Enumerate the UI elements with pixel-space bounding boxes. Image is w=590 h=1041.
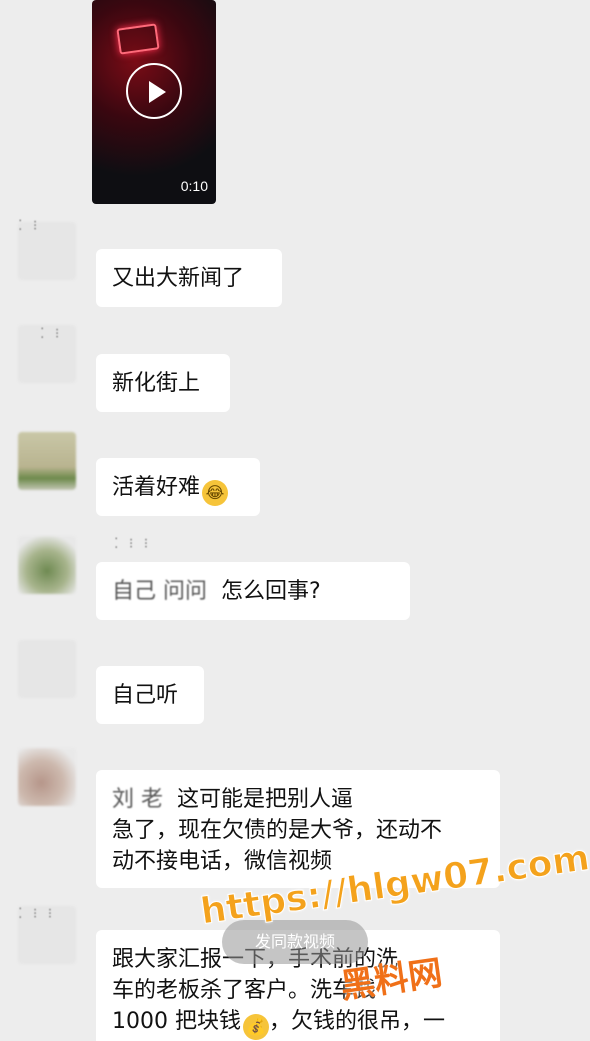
message-bubble[interactable]: 自己 问问 怎么回事? bbox=[96, 562, 410, 620]
money-bag-emoji-icon: 💰 bbox=[242, 1014, 269, 1040]
message-text: 活着好难 bbox=[112, 475, 201, 500]
sender-name: ⁚ ⁝ ⁝ bbox=[114, 536, 152, 552]
message-bubble[interactable]: 又出大新闻了 bbox=[96, 249, 282, 307]
crying-laughing-emoji-icon: 😂 bbox=[202, 480, 229, 506]
message-text: 新化街上 bbox=[112, 371, 201, 396]
sender-name: ⁚ ⁝ bbox=[40, 326, 63, 342]
sender-name: ⁚ ⁝ ⁝ bbox=[18, 906, 56, 922]
message-text-line-3b: ，欠钱的很吊，一 bbox=[268, 1009, 445, 1034]
chat-screen: 0:10 ⁚ ⁝ 又出大新闻了 ⁚ ⁝ 新化街上 活着好难 😂 ⁚ ⁝ ⁝ 自己 … bbox=[0, 0, 590, 1041]
play-icon[interactable] bbox=[126, 63, 182, 119]
message-text-line-1: 这可能是把别人逼 bbox=[177, 787, 354, 812]
avatar[interactable] bbox=[18, 536, 76, 594]
neon-sign bbox=[116, 23, 160, 55]
message-bubble[interactable]: 自己听 bbox=[96, 666, 204, 724]
message-text: 怎么回事? bbox=[221, 579, 321, 604]
video-duration: 0:10 bbox=[180, 178, 208, 194]
message-bubble[interactable]: 活着好难 😂 bbox=[96, 458, 260, 516]
message-text: 自己听 bbox=[112, 683, 179, 708]
avatar[interactable] bbox=[18, 748, 76, 806]
message-text-line-3: 1000 把块钱 bbox=[112, 1009, 241, 1034]
message-bubble[interactable]: 新化街上 bbox=[96, 354, 230, 412]
obscured-text: 自己 问问 bbox=[112, 579, 207, 604]
message-text: 又出大新闻了 bbox=[112, 266, 245, 291]
sender-name: ⁚ ⁝ bbox=[18, 218, 41, 234]
avatar[interactable] bbox=[18, 432, 76, 490]
obscured-text: 刘 老 bbox=[112, 787, 163, 812]
avatar[interactable] bbox=[18, 640, 76, 698]
video-message[interactable]: 0:10 bbox=[92, 0, 216, 204]
message-text-line-2: 急了，现在欠债的是大爷，还动不 bbox=[112, 818, 443, 843]
